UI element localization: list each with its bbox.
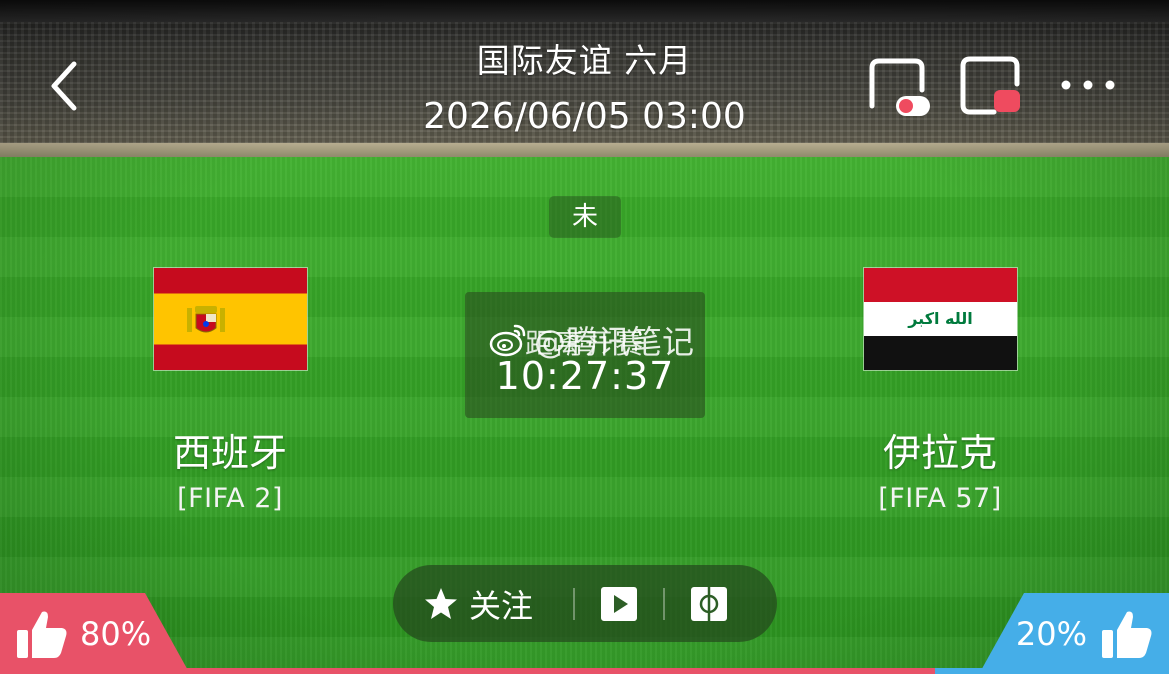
iraq-flag: الله اكبر	[863, 268, 1017, 370]
away-team-rank: [FIFA 57]	[878, 483, 1002, 514]
spain-flag	[153, 268, 307, 370]
floating-window-icon	[960, 56, 1020, 115]
picture-in-picture-icon	[869, 58, 930, 116]
play-button[interactable]	[575, 565, 663, 642]
lineup-button[interactable]	[665, 565, 753, 642]
pitch-icon	[691, 586, 727, 621]
picture-in-picture-button[interactable]	[862, 56, 932, 120]
follow-label: 关注	[469, 586, 534, 625]
more-button[interactable]	[1056, 70, 1120, 100]
follow-button[interactable]: 关注	[393, 565, 573, 642]
home-team-name: 西班牙	[172, 431, 287, 475]
home-team-rank: [FIFA 2]	[177, 483, 283, 514]
more-dots-icon	[1061, 80, 1115, 90]
home-vote-percent: 80%	[80, 614, 152, 653]
countdown-time: 10:27:37	[495, 354, 675, 398]
away-vote-bar	[935, 668, 1169, 674]
thumbs-up-icon	[17, 611, 67, 658]
action-bar: 关注	[393, 565, 777, 642]
match-status-badge: 未	[549, 196, 621, 238]
countdown-panel: 距离开赛 10:27:37	[465, 292, 705, 418]
away-vote-percent: 20%	[1015, 614, 1087, 653]
away-team[interactable]: الله اكبر 伊拉克 [FIFA 57]	[860, 268, 1020, 514]
thumbs-up-icon	[1102, 611, 1152, 658]
svg-text:الله اكبر: الله اكبر	[907, 309, 973, 328]
star-icon	[425, 587, 457, 619]
floating-window-button[interactable]	[958, 54, 1024, 118]
home-vote-bar	[0, 668, 935, 674]
away-team-name: 伊拉克	[882, 431, 997, 475]
home-team[interactable]: 西班牙 [FIFA 2]	[150, 268, 310, 514]
play-icon	[601, 586, 637, 621]
